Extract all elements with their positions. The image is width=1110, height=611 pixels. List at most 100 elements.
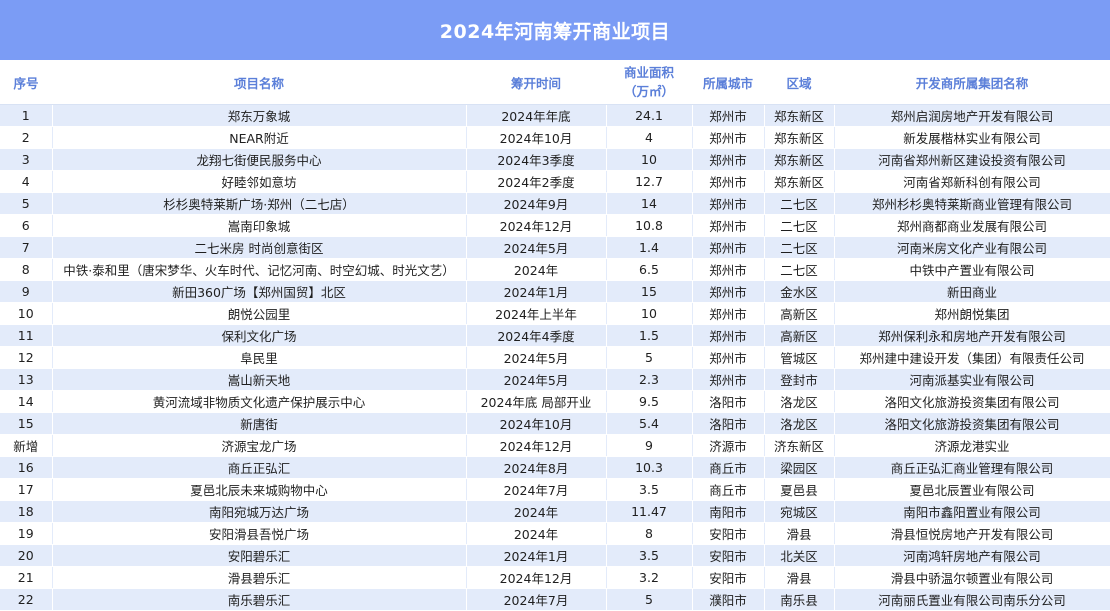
cell-commercial-area: 1.5: [606, 324, 693, 347]
header-city: 所属城市: [692, 60, 764, 105]
cell-developer: 商丘正弘汇商业管理有限公司: [834, 456, 1110, 479]
cell-developer: 夏邑北辰置业有限公司: [834, 478, 1110, 501]
cell-commercial-area: 1.4: [606, 236, 693, 259]
cell-project-name: 南乐碧乐汇: [52, 588, 467, 611]
header-area-label: 商业面积: [623, 65, 674, 80]
cell-district: 二七区: [764, 258, 835, 281]
cell-developer: 滑县恒悦房地产开发有限公司: [834, 522, 1110, 545]
cell-commercial-area: 11.47: [606, 500, 693, 523]
cell-district: 郑东新区: [764, 170, 835, 193]
cell-district: 济东新区: [764, 434, 835, 457]
cell-index: 3: [0, 148, 53, 171]
cell-commercial-area: 3.2: [606, 566, 693, 589]
cell-district: 管城区: [764, 346, 835, 369]
cell-open-time: 2024年底 局部开业: [466, 390, 607, 413]
cell-city: 安阳市: [692, 522, 765, 545]
cell-open-time: 2024年9月: [466, 192, 607, 215]
cell-developer: 郑州启润房地产开发有限公司: [834, 104, 1110, 127]
cell-index: 9: [0, 280, 53, 303]
cell-commercial-area: 3.5: [606, 544, 693, 567]
cell-project-name: 保利文化广场: [52, 324, 467, 347]
cell-open-time: 2024年2季度: [466, 170, 607, 193]
cell-project-name: 二七米房 时尚创意街区: [52, 236, 467, 259]
table-row: 11 保利文化广场 2024年4季度 1.5 郑州市 高新区 郑州保利永和房地产开发有限公司: [0, 324, 1110, 347]
cell-commercial-area: 9.5: [606, 390, 693, 413]
cell-open-time: 2024年: [466, 522, 607, 545]
table-row: 19 安阳滑县吾悦广场 2024年 8 安阳市 滑县 滑县恒悦房地产开发有限公司: [0, 522, 1110, 545]
table-row: 2 NEAR附近 2024年10月 4 郑州市 郑东新区 新发展楷林实业有限公司: [0, 126, 1110, 149]
cell-developer: 郑州商都商业发展有限公司: [834, 214, 1110, 237]
cell-city: 济源市: [692, 434, 765, 457]
cell-city: 商丘市: [692, 478, 765, 501]
cell-commercial-area: 5: [606, 588, 693, 611]
cell-district: 金水区: [764, 280, 835, 303]
table-row: 17 夏邑北辰未来城购物中心 2024年7月 3.5 商丘市 夏邑县 夏邑北辰置业有限公司: [0, 478, 1110, 501]
cell-city: 南阳市: [692, 500, 765, 523]
cell-index: 2: [0, 126, 53, 149]
cell-district: 郑东新区: [764, 104, 835, 127]
cell-district: 北关区: [764, 544, 835, 567]
cell-developer: 河南派基实业有限公司: [834, 368, 1110, 391]
cell-city: 洛阳市: [692, 412, 765, 435]
table-row: 5 杉杉奥特莱斯广场·郑州（二七店） 2024年9月 14 郑州市 二七区 郑州杉杉奥特莱斯…: [0, 192, 1110, 215]
table-row: 6 嵩南印象城 2024年12月 10.8 郑州市 二七区 郑州商都商业发展有限公司: [0, 214, 1110, 237]
cell-district: 宛城区: [764, 500, 835, 523]
cell-open-time: 2024年12月: [466, 566, 607, 589]
table-row: 新增 济源宝龙广场 2024年12月 9 济源市 济东新区 济源龙港实业: [0, 434, 1110, 457]
cell-commercial-area: 8: [606, 522, 693, 545]
cell-commercial-area: 6.5: [606, 258, 693, 281]
cell-district: 二七区: [764, 236, 835, 259]
cell-commercial-area: 10.8: [606, 214, 693, 237]
cell-developer: 郑州杉杉奥特莱斯商业管理有限公司: [834, 192, 1110, 215]
cell-developer: 河南丽氏置业有限公司南乐分公司: [834, 588, 1110, 611]
cell-project-name: 嵩南印象城: [52, 214, 467, 237]
cell-city: 郑州市: [692, 302, 765, 325]
cell-index: 11: [0, 324, 53, 347]
cell-developer: 南阳市鑫阳置业有限公司: [834, 500, 1110, 523]
table-row: 1 郑东万象城 2024年年底 24.1 郑州市 郑东新区 郑州启润房地产开发有限公司: [0, 104, 1110, 127]
cell-project-name: NEAR附近: [52, 126, 467, 149]
cell-commercial-area: 12.7: [606, 170, 693, 193]
table-row: 16 商丘正弘汇 2024年8月 10.3 商丘市 梁园区 商丘正弘汇商业管理有限公司: [0, 456, 1110, 479]
cell-project-name: 朗悦公园里: [52, 302, 467, 325]
header-index: 序号: [0, 60, 52, 105]
cell-commercial-area: 10.3: [606, 456, 693, 479]
cell-open-time: 2024年10月: [466, 412, 607, 435]
cell-district: 郑东新区: [764, 148, 835, 171]
cell-developer: 郑州朗悦集团: [834, 302, 1110, 325]
table-row: 14 黄河流域非物质文化遗产保护展示中心 2024年底 局部开业 9.5 洛阳市 洛龙区洛…: [0, 390, 1110, 413]
cell-city: 郑州市: [692, 324, 765, 347]
cell-index: 8: [0, 258, 53, 281]
cell-open-time: 2024年12月: [466, 434, 607, 457]
table-row: 4 好睦邻如意坊 2024年2季度 12.7 郑州市 郑东新区 河南省郑新科创有限公司: [0, 170, 1110, 193]
cell-open-time: 2024年1月: [466, 280, 607, 303]
cell-open-time: 2024年1月: [466, 544, 607, 567]
cell-district: 夏邑县: [764, 478, 835, 501]
cell-open-time: 2024年10月: [466, 126, 607, 149]
header-open-time: 筹开时间: [466, 60, 606, 105]
cell-open-time: 2024年年底: [466, 104, 607, 127]
cell-city: 郑州市: [692, 214, 765, 237]
cell-index: 1: [0, 104, 53, 127]
table-header-row: 序号 项目名称 筹开时间 商业面积 （万㎡） 所属城市 区域 开发商所属集团名称: [0, 60, 1110, 105]
cell-open-time: 2024年: [466, 258, 607, 281]
cell-open-time: 2024年5月: [466, 236, 607, 259]
cell-city: 郑州市: [692, 258, 765, 281]
table-title: 2024年河南筹开商业项目: [0, 0, 1110, 60]
cell-project-name: 龙翔七街便民服务中心: [52, 148, 467, 171]
cell-developer: 河南省郑州新区建设投资有限公司: [834, 148, 1110, 171]
cell-city: 郑州市: [692, 236, 765, 259]
cell-developer: 郑州建中建设开发（集团）有限责任公司: [834, 346, 1110, 369]
projects-table: 序号 项目名称 筹开时间 商业面积 （万㎡） 所属城市 区域 开发商所属集团名称…: [0, 60, 1110, 611]
table-row: 3 龙翔七街便民服务中心 2024年3季度 10 郑州市 郑东新区 河南省郑州新区建设投资有…: [0, 148, 1110, 171]
cell-open-time: 2024年5月: [466, 368, 607, 391]
table-row: 10 朗悦公园里 2024年上半年 10 郑州市 高新区 郑州朗悦集团: [0, 302, 1110, 325]
cell-city: 郑州市: [692, 170, 765, 193]
cell-district: 洛龙区: [764, 412, 835, 435]
cell-city: 濮阳市: [692, 588, 765, 611]
cell-project-name: 济源宝龙广场: [52, 434, 467, 457]
cell-district: 高新区: [764, 302, 835, 325]
table-row: 18 南阳宛城万达广场 2024年 11.47 南阳市 宛城区 南阳市鑫阳置业有限公司: [0, 500, 1110, 523]
cell-open-time: 2024年上半年: [466, 302, 607, 325]
cell-index: 17: [0, 478, 53, 501]
